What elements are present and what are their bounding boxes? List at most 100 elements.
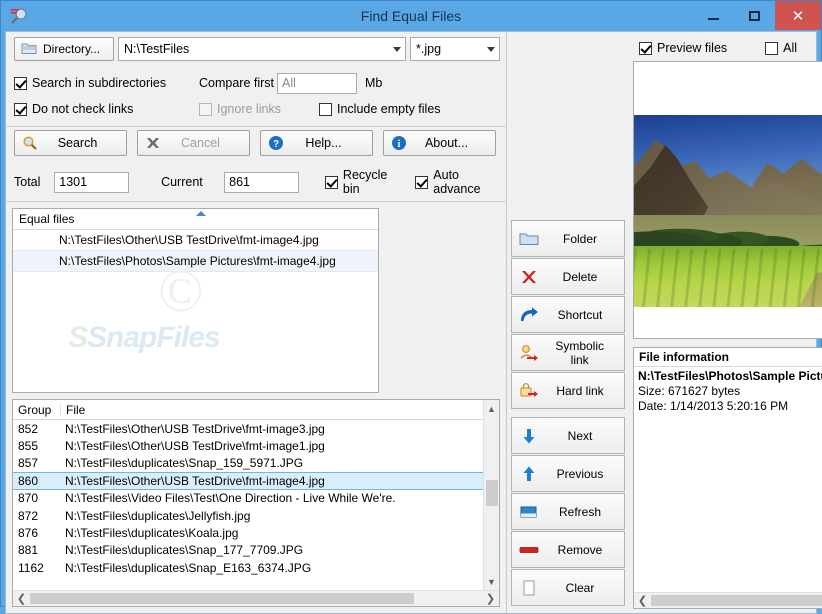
hscroll-track[interactable]	[651, 595, 822, 606]
symbolic-link-button[interactable]: Symbolic link	[511, 334, 625, 371]
delete-button[interactable]: Delete	[511, 258, 625, 295]
chevron-down-icon	[487, 47, 495, 52]
preview-image	[634, 115, 822, 307]
next-button[interactable]: Next	[511, 417, 625, 454]
equal-file-item[interactable]: N:\TestFiles\Photos\Sample Pictures\fmt-…	[13, 250, 378, 272]
table-row[interactable]: 852 N:\TestFiles\Other\USB TestDrive\fmt…	[13, 420, 499, 437]
shortcut-button[interactable]: Shortcut	[511, 296, 625, 333]
hscroll-track[interactable]	[30, 593, 482, 604]
about-button[interactable]: i About...	[383, 130, 496, 156]
title-bar: Find Equal Files ✕	[1, 1, 821, 31]
watermark-prefix: S	[68, 321, 88, 354]
clear-button[interactable]: Clear	[511, 569, 625, 606]
group-list-vscrollbar[interactable]: ▲ ▼	[483, 400, 499, 590]
image-preview-panel[interactable]	[633, 61, 822, 339]
group-list-rows: 852 N:\TestFiles\Other\USB TestDrive\fmt…	[13, 420, 499, 590]
directory-button-label: Directory...	[43, 42, 101, 56]
close-button[interactable]: ✕	[775, 1, 821, 30]
file-date: Date: 1/14/2013 5:20:16 PM	[638, 399, 789, 413]
shortcut-arrow-icon	[512, 307, 546, 323]
minimize-button[interactable]	[693, 1, 734, 30]
checkbox-auto-advance[interactable]: Auto advance	[415, 168, 498, 196]
scroll-left-icon[interactable]: ❮	[13, 592, 30, 605]
table-row[interactable]: 872 N:\TestFiles\duplicates\Jellyfish.jp…	[13, 507, 499, 524]
checkbox-do-not-check-links[interactable]: Do not check links	[14, 102, 199, 116]
cell-file: N:\TestFiles\duplicates\Snap_159_5971.JP…	[65, 456, 304, 471]
hscroll-thumb[interactable]	[651, 595, 822, 606]
help-button[interactable]: ? Help...	[260, 130, 373, 156]
cell-group: 857	[18, 456, 39, 471]
action-buttons-column: Folder Delete Shortcut Symbolic link Har…	[507, 32, 629, 613]
search-button-label: Search	[57, 136, 98, 150]
directory-button[interactable]: Directory...	[14, 37, 114, 61]
checkbox-box	[765, 41, 779, 55]
equal-files-header-label: Equal files	[19, 212, 75, 226]
table-row[interactable]: 870 N:\TestFiles\Video Files\Test\One Di…	[13, 490, 499, 507]
scroll-left-icon[interactable]: ❮	[634, 594, 651, 607]
table-row-selected[interactable]: 860 N:\TestFiles\Other\USB TestDrive\fmt…	[13, 472, 499, 490]
checkbox-box	[639, 41, 652, 55]
compare-first-unit: Mb	[365, 76, 383, 90]
scroll-down-icon[interactable]: ▼	[484, 573, 499, 590]
file-path: N:\TestFiles\Photos\Sample Pictures\fmt-…	[638, 369, 822, 383]
refresh-icon	[512, 504, 546, 520]
scroll-up-icon[interactable]: ▲	[484, 400, 499, 417]
checkbox-box	[319, 102, 332, 116]
folder-button[interactable]: Folder	[511, 220, 625, 257]
total-input[interactable]: 1301	[54, 171, 130, 193]
table-row[interactable]: 1162 N:\TestFiles\duplicates\Snap_E163_6…	[13, 559, 499, 576]
hard-link-button-label: Hard link	[556, 383, 604, 398]
table-row[interactable]: 855 N:\TestFiles\Other\USB TestDrive\fmt…	[13, 437, 499, 454]
hscroll-thumb[interactable]	[30, 593, 415, 604]
checkbox-label: Ignore links	[217, 102, 281, 116]
table-row[interactable]: 876 N:\TestFiles\duplicates\Koala.jpg	[13, 524, 499, 541]
checkbox-search-subdirectories[interactable]: Search in subdirectories	[14, 76, 199, 90]
checkbox-recycle-bin[interactable]: Recycle bin	[324, 168, 397, 196]
cell-group: 876	[18, 526, 39, 541]
checkbox-box	[199, 102, 212, 116]
search-button[interactable]: Search	[14, 130, 127, 156]
group-list-hscrollbar[interactable]: ❮ ❯	[13, 590, 499, 606]
arrow-up-icon	[512, 465, 546, 483]
path-combobox[interactable]: N:\TestFiles	[118, 37, 406, 61]
previous-button[interactable]: Previous	[511, 455, 625, 492]
next-button-label: Next	[567, 428, 593, 443]
scroll-right-icon[interactable]: ❯	[482, 592, 499, 605]
hard-link-icon	[512, 382, 546, 400]
vscroll-thumb[interactable]	[486, 480, 498, 506]
maximize-button[interactable]	[734, 1, 775, 30]
preview-options: Preview files All	[633, 36, 822, 60]
compare-first-label: Compare first	[199, 76, 275, 90]
current-input[interactable]: 861	[224, 171, 299, 193]
cell-file: N:\TestFiles\Video Files\Test\One Direct…	[65, 491, 396, 506]
column-header-group[interactable]: Group	[13, 403, 60, 417]
checkbox-label: Recycle bin	[342, 168, 388, 196]
checkbox-include-empty-files[interactable]: Include empty files	[319, 102, 441, 116]
remove-button[interactable]: Remove	[511, 531, 625, 568]
hard-link-button[interactable]: Hard link	[511, 372, 625, 409]
folder-button-label: Folder	[562, 231, 597, 246]
checkbox-preview-files[interactable]: Preview files	[639, 41, 727, 55]
file-information-hscrollbar[interactable]: ❮ ❯	[634, 592, 822, 608]
table-row[interactable]: 857 N:\TestFiles\duplicates\Snap_159_597…	[13, 455, 499, 472]
refresh-button[interactable]: Refresh	[511, 493, 625, 530]
watermark-text: SSnapFiles	[68, 321, 221, 355]
table-row[interactable]: 881 N:\TestFiles\duplicates\Snap_177_770…	[13, 542, 499, 559]
cancel-button-label: Cancel	[181, 136, 220, 150]
refresh-button-label: Refresh	[558, 504, 602, 519]
filter-combobox[interactable]: *.jpg	[410, 37, 500, 61]
equal-file-item[interactable]: N:\TestFiles\Other\USB TestDrive\fmt-ima…	[13, 230, 378, 250]
cell-group: 860	[18, 473, 39, 488]
cell-file: N:\TestFiles\duplicates\Snap_177_7709.JP…	[65, 543, 304, 558]
svg-text:i: i	[398, 139, 401, 150]
column-header-file[interactable]: File	[60, 402, 499, 417]
cell-file: N:\TestFiles\duplicates\Jellyfish.jpg	[65, 508, 251, 523]
checkbox-ignore-links: Ignore links	[199, 102, 319, 116]
client-area: Directory... N:\TestFiles *.jpg Search i…	[5, 31, 822, 614]
symbolic-link-icon	[512, 344, 545, 362]
checkbox-label: All	[783, 41, 798, 55]
compare-first-input[interactable]: All	[277, 72, 357, 94]
checkbox-label: Preview files	[657, 41, 728, 55]
cell-file: N:\TestFiles\Other\USB TestDrive\fmt-ima…	[65, 439, 325, 454]
checkbox-all[interactable]: All	[765, 41, 797, 55]
